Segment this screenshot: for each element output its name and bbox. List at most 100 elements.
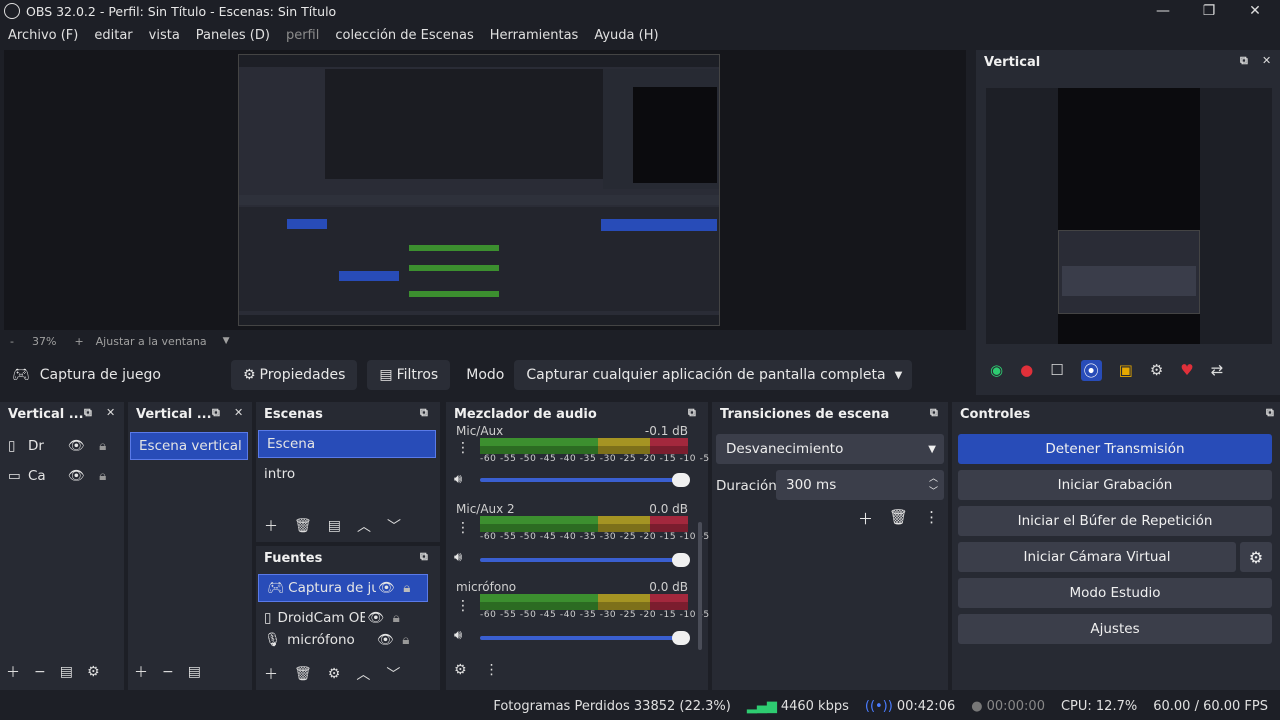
settings-button[interactable]: Ajustes [958, 614, 1272, 644]
replay-buffer-icon[interactable]: ☐ [1050, 361, 1063, 379]
add-icon[interactable]: ＋ [264, 664, 278, 684]
chevron-up-icon[interactable]: ︿ [357, 516, 371, 536]
chevron-down-icon[interactable]: ﹀ [387, 516, 401, 536]
slider-knob[interactable] [672, 553, 690, 567]
kebab-icon[interactable]: ⋮ [456, 520, 470, 536]
advanced-audio-gear-icon[interactable]: ⚙ [454, 662, 467, 678]
gear-icon[interactable]: ⚙ [328, 666, 341, 682]
gear-icon[interactable]: ⚙ [87, 664, 100, 680]
zoom-in-button[interactable]: + [74, 335, 83, 348]
slider-knob[interactable] [672, 473, 690, 487]
add-icon[interactable]: ＋ [264, 516, 278, 536]
lock-icon[interactable]: 🔒︎ [393, 610, 400, 626]
list-item[interactable]: ▯ DroidCam OE 👁︎ 🔒︎ [256, 604, 440, 632]
zoom-fit-select[interactable]: Ajustar a la ventana [96, 335, 207, 348]
kebab-icon[interactable]: ⋮ [924, 508, 939, 529]
float-icon[interactable]: ⧉ [688, 406, 696, 420]
main-preview[interactable] [4, 50, 966, 330]
list-item[interactable]: 🎮︎ Captura de ju 👁︎ 🔒︎ [258, 574, 428, 602]
list-item[interactable]: Escena vertical [130, 432, 248, 460]
remove-icon[interactable]: − [162, 664, 174, 680]
chevron-up-icon[interactable]: ︿ [929, 471, 938, 484]
studio-mode-icon[interactable]: ▣ [1119, 361, 1133, 379]
chevron-down-icon[interactable]: ▼ [223, 336, 230, 346]
start-recording-button[interactable]: Iniciar Grabación [958, 470, 1272, 500]
kebab-icon[interactable]: ⋮ [456, 440, 470, 456]
trash-icon[interactable]: 🗑︎ [294, 666, 312, 682]
menu-editar[interactable]: editar [94, 28, 132, 43]
eye-icon[interactable]: 👁︎ [367, 610, 384, 626]
eye-icon[interactable]: 👁︎ [68, 468, 85, 484]
speaker-icon[interactable]: 🔊︎ [454, 628, 462, 643]
lock-icon[interactable]: 🔒︎ [99, 468, 106, 484]
trash-icon[interactable]: 🗑︎ [889, 508, 908, 529]
float-icon[interactable]: ⧉ [1240, 54, 1248, 68]
duration-spinbox[interactable]: 300 ms ︿ ﹀ [776, 470, 944, 500]
close-icon[interactable]: ✕ [234, 406, 243, 419]
mode-select[interactable]: Capturar cualquier aplicación de pantall… [514, 360, 913, 390]
kebab-icon[interactable]: ⋮ [485, 662, 499, 678]
chevron-down-icon[interactable]: ﹀ [386, 664, 400, 684]
speaker-icon[interactable]: 🔊︎ [454, 472, 462, 487]
filter-icon[interactable]: ▤ [188, 664, 201, 680]
float-icon[interactable]: ⧉ [1266, 406, 1274, 420]
close-icon[interactable]: ✕ [1262, 54, 1271, 67]
list-item[interactable]: intro [256, 460, 440, 488]
eye-icon[interactable]: 👁︎ [377, 632, 394, 648]
float-icon[interactable]: ⧉ [84, 406, 92, 420]
chevron-up-icon[interactable]: ︿ [356, 664, 370, 684]
eye-icon[interactable]: 👁︎ [378, 580, 395, 596]
menu-ayuda[interactable]: Ayuda (H) [594, 28, 658, 43]
lock-icon[interactable]: 🔒︎ [99, 438, 106, 454]
link-icon[interactable]: ⇄ [1211, 361, 1224, 379]
float-icon[interactable]: ⧉ [930, 406, 938, 420]
kebab-icon[interactable]: ⋮ [456, 598, 470, 614]
filter-icon[interactable]: ▤ [60, 664, 73, 680]
chevron-down-icon[interactable]: ﹀ [929, 484, 938, 497]
list-item[interactable]: ▯ Dr 👁︎ 🔒︎ [0, 432, 124, 460]
transition-select[interactable]: Desvanecimiento ▼ [716, 434, 944, 464]
eye-icon[interactable]: 👁︎ [68, 438, 85, 454]
filters-button[interactable]: ▤ Filtros [367, 360, 451, 390]
start-virtual-camera-button[interactable]: Iniciar Cámara Virtual [958, 542, 1236, 572]
volume-slider[interactable] [480, 553, 690, 567]
list-item[interactable]: ▭ Ca 👁︎ 🔒︎ [0, 462, 124, 490]
record-icon[interactable]: ● [1020, 361, 1033, 379]
menu-coleccion[interactable]: colección de Escenas [335, 28, 473, 43]
add-icon[interactable]: ＋ [134, 662, 148, 682]
stream-icon[interactable]: ◉ [990, 361, 1003, 379]
gear-icon[interactable]: ⚙ [1150, 361, 1163, 379]
stop-streaming-button[interactable]: Detener Transmisión [958, 434, 1272, 464]
speaker-icon[interactable]: 🔊︎ [454, 550, 462, 565]
add-icon[interactable]: ＋ [6, 662, 20, 682]
float-icon[interactable]: ⧉ [420, 406, 428, 420]
menu-herramientas[interactable]: Herramientas [490, 28, 579, 43]
minimize-button[interactable]: — [1140, 0, 1186, 22]
float-icon[interactable]: ⧉ [420, 550, 428, 564]
menu-archivo[interactable]: Archivo (F) [8, 28, 78, 43]
properties-button[interactable]: ⚙ Propiedades [230, 360, 358, 390]
zoom-out-button[interactable]: - [10, 335, 14, 348]
list-item[interactable]: 🎙︎ micrófono 👁︎ 🔒︎ [256, 632, 440, 648]
filter-icon[interactable]: ▤ [328, 518, 341, 534]
float-icon[interactable]: ⧉ [212, 406, 220, 420]
lock-icon[interactable]: 🔒︎ [403, 580, 410, 596]
maximize-button[interactable]: ❐ [1186, 0, 1232, 22]
vertical-preview[interactable] [986, 88, 1272, 344]
virtual-camera-icon[interactable]: ⦿ [1080, 359, 1102, 381]
start-replay-buffer-button[interactable]: Iniciar el Búfer de Repetición [958, 506, 1272, 536]
list-item[interactable]: Escena [258, 430, 436, 458]
heart-icon[interactable]: ♥ [1180, 361, 1193, 379]
close-icon[interactable]: ✕ [106, 406, 115, 419]
add-icon[interactable]: ＋ [858, 508, 873, 529]
menu-perfil[interactable]: perfil [286, 28, 319, 43]
volume-slider[interactable] [480, 631, 690, 645]
studio-mode-button[interactable]: Modo Estudio [958, 578, 1272, 608]
remove-icon[interactable]: − [34, 664, 46, 680]
trash-icon[interactable]: 🗑︎ [294, 518, 312, 534]
menu-vista[interactable]: vista [149, 28, 180, 43]
lock-icon[interactable]: 🔒︎ [402, 632, 409, 648]
menu-paneles[interactable]: Paneles (D) [196, 28, 270, 43]
volume-slider[interactable] [480, 473, 690, 487]
scrollbar[interactable] [698, 522, 702, 650]
